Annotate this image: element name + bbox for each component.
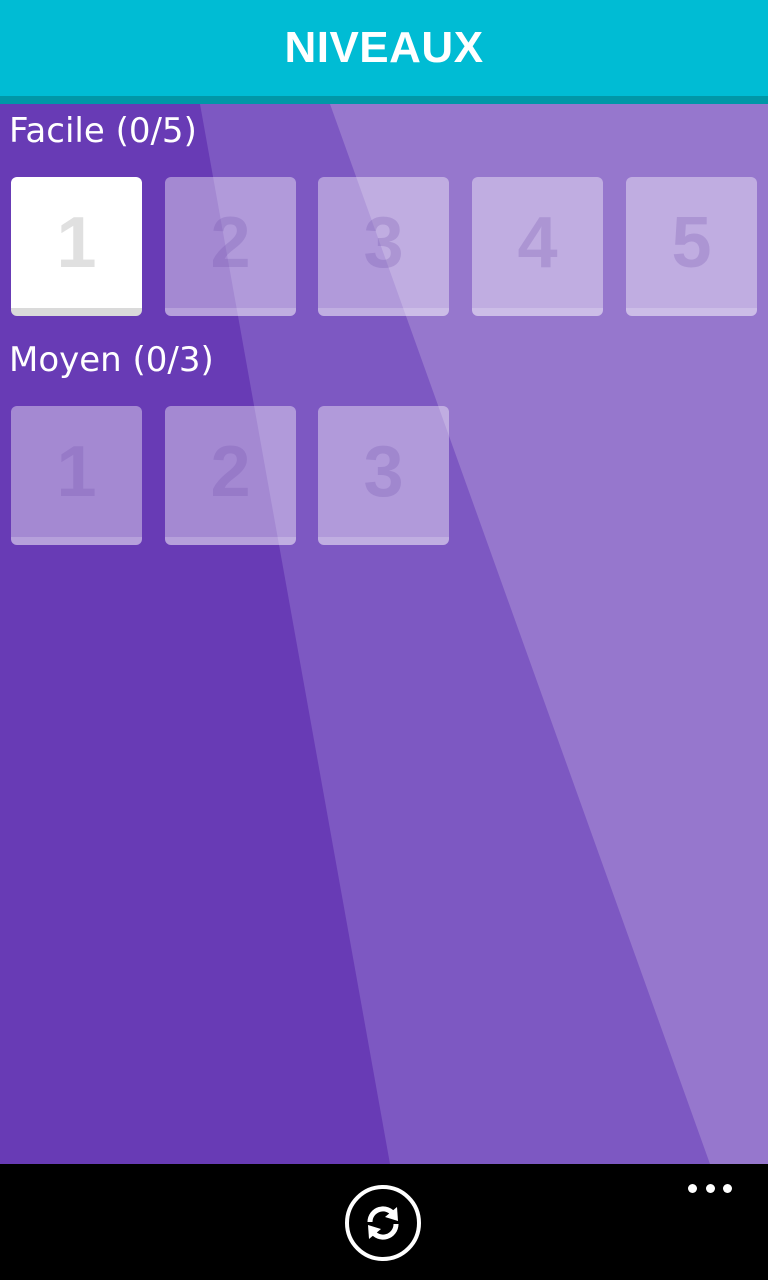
level-tile-facile-2[interactable]: 2: [165, 177, 296, 316]
level-tile-facile-5[interactable]: 5: [626, 177, 757, 316]
ellipsis-dot: [688, 1183, 697, 1193]
ellipsis-dot: [723, 1183, 732, 1193]
ellipsis-dot: [705, 1183, 715, 1193]
level-number: 4: [517, 202, 558, 283]
application-bar: [0, 1164, 768, 1280]
level-number: 2: [210, 202, 251, 283]
more-ellipsis-icon[interactable]: [688, 1178, 732, 1198]
level-tile-moyen-3[interactable]: 3: [318, 406, 449, 545]
page-header: NIVEAUX: [0, 0, 768, 104]
level-number: 1: [56, 431, 97, 512]
level-tile-facile-3[interactable]: 3: [318, 177, 449, 316]
page-title: NIVEAUX: [284, 23, 484, 72]
level-tile-facile-1[interactable]: 1: [11, 177, 142, 316]
section-title-moyen: Moyen (0/3): [9, 340, 214, 380]
level-tile-moyen-2[interactable]: 2: [165, 406, 296, 545]
level-number: 5: [671, 202, 712, 283]
level-tile-moyen-1[interactable]: 1: [11, 406, 142, 545]
level-number: 3: [363, 202, 404, 283]
level-number: 3: [363, 431, 404, 512]
level-number: 2: [210, 431, 251, 512]
level-tile-facile-4[interactable]: 4: [472, 177, 603, 316]
level-number: 1: [56, 202, 97, 283]
refresh-button[interactable]: [345, 1185, 421, 1261]
levels-content: Facile (0/5) 1 2 3 4 5 Moyen (0/3) 1 2 3: [0, 104, 768, 1164]
refresh-icon: [367, 1206, 399, 1240]
section-title-facile: Facile (0/5): [9, 111, 197, 151]
